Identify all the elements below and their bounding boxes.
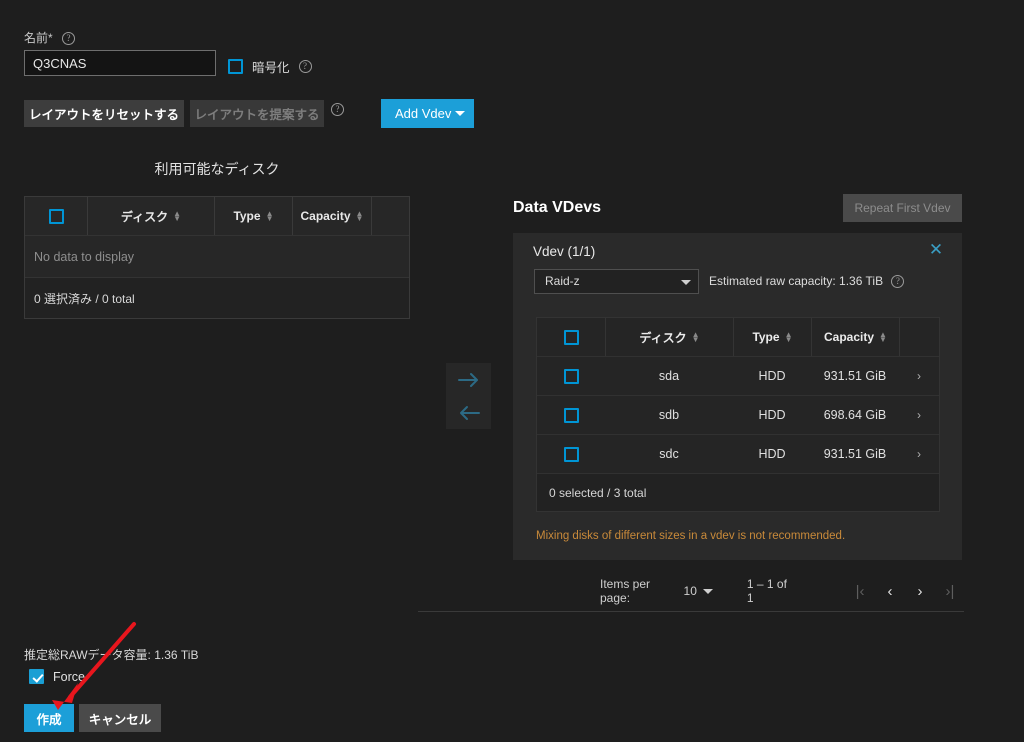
column-header-disk[interactable]: ディスク ▲ ▼ (87, 197, 214, 235)
pagination-range: 1 – 1 of 1 (746, 577, 787, 605)
create-button[interactable]: 作成 (24, 704, 74, 732)
pool-name-label-text: 名前* (24, 31, 53, 45)
pagination: Items per page: 10 1 – 1 of 1 |‹ ‹ › ›| (600, 577, 965, 605)
select-all-checkbox[interactable] (563, 329, 579, 345)
force-option[interactable]: Force (29, 669, 85, 684)
sort-icon[interactable]: ▲ ▼ (356, 210, 364, 223)
cell-type: HDD (758, 408, 786, 422)
pool-manager-screen: 名前* ? 暗号化 ? レイアウトをリセットする レイアウトを提案する ? Ad… (0, 0, 1024, 742)
column-header-type-label: Type (752, 330, 780, 344)
chevron-down-icon[interactable] (681, 280, 691, 285)
available-disks-title: 利用可能なディスク (154, 161, 280, 177)
sort-icon[interactable]: ▲ ▼ (785, 331, 793, 344)
previous-page-button[interactable]: ‹ (875, 583, 905, 600)
cell-type: HDD (758, 369, 786, 383)
column-header-type[interactable]: Type ▲ ▼ (733, 318, 811, 356)
last-page-button: ›| (945, 582, 955, 600)
column-header-capacity-label: Capacity (823, 330, 875, 344)
column-header-capacity-label: Capacity (300, 209, 351, 223)
estimated-raw-total: 推定総RAWデータ容量: 1.36 TiB (24, 648, 199, 662)
available-disks-footer: 0 選択済み / 0 total (25, 277, 409, 318)
sort-icon[interactable]: ▲ ▼ (879, 331, 887, 344)
vdev-disks-table: ディスク ▲ ▼ Type ▲ ▼ Capacity ▲ ▼ sda HDD 9… (536, 317, 940, 512)
chevron-down-icon[interactable] (455, 111, 465, 116)
vdev-card-header: Vdev (1/1) ✕ (513, 233, 962, 269)
sort-icon[interactable]: ▲ ▼ (266, 210, 274, 223)
reset-layout-button[interactable]: レイアウトをリセットする (24, 100, 184, 127)
cancel-button[interactable]: キャンセル (79, 704, 161, 732)
pool-name-label: 名前* ? (24, 29, 76, 46)
select-all-checkbox[interactable] (48, 208, 64, 224)
cell-capacity: 931.51 GiB (823, 369, 887, 383)
section-divider (418, 611, 964, 612)
column-header-disk-label: ディスク (120, 209, 169, 224)
help-icon[interactable]: ? (298, 60, 312, 73)
first-page-button: |‹ (855, 582, 865, 600)
repeat-first-vdev-button: Repeat First Vdev (843, 194, 962, 222)
pool-name-input[interactable] (24, 50, 216, 76)
select-all-cell[interactable] (537, 318, 605, 356)
cell-capacity: 931.51 GiB (823, 447, 887, 461)
cell-type: HDD (758, 447, 786, 461)
table-row[interactable]: sda HDD 931.51 GiB › (537, 356, 939, 395)
column-header-disk-label: ディスク (639, 330, 687, 345)
chevron-right-icon[interactable]: › (899, 357, 939, 395)
column-header-actions (371, 197, 409, 235)
force-label: Force (53, 669, 85, 684)
table-row[interactable]: sdb HDD 698.64 GiB › (537, 395, 939, 434)
column-header-actions (899, 318, 939, 356)
row-checkbox[interactable] (563, 368, 579, 384)
row-checkbox[interactable] (563, 407, 579, 423)
cell-disk: sda (658, 369, 680, 383)
estimated-capacity: Estimated raw capacity: 1.36 TiB ? (709, 274, 905, 289)
vdev-disks-footer: 0 selected / 3 total (537, 473, 939, 511)
row-select-cell[interactable] (537, 435, 605, 473)
transfer-controls (446, 363, 491, 429)
sort-icon[interactable]: ▲ ▼ (173, 210, 181, 223)
chevron-right-icon[interactable]: › (899, 435, 939, 473)
vdev-card-title: Vdev (1/1) (533, 244, 596, 259)
estimated-capacity-text: Estimated raw capacity: 1.36 TiB (709, 274, 884, 288)
row-checkbox[interactable] (563, 446, 579, 462)
data-vdevs-title: Data VDevs (513, 199, 602, 216)
items-per-page-value[interactable]: 10 (684, 584, 697, 598)
arrow-right-icon[interactable] (457, 372, 481, 388)
cell-capacity: 698.64 GiB (823, 408, 887, 422)
encryption-checkbox[interactable] (228, 59, 243, 74)
close-icon[interactable]: ✕ (926, 240, 946, 260)
column-header-type-label: Type (233, 209, 261, 223)
items-per-page-label: Items per page: (600, 577, 651, 605)
sort-icon[interactable]: ▲ ▼ (692, 331, 700, 344)
vdev-card: Vdev (1/1) ✕ Raid-z Estimated raw capaci… (513, 233, 962, 560)
column-header-capacity[interactable]: Capacity ▲ ▼ (811, 318, 899, 356)
raid-level-select[interactable]: Raid-z (534, 269, 699, 294)
encryption-option[interactable]: 暗号化 ? (228, 57, 312, 76)
cell-disk: sdc (659, 447, 679, 461)
force-checkbox[interactable] (29, 669, 44, 684)
row-select-cell[interactable] (537, 357, 605, 395)
column-header-type[interactable]: Type ▲ ▼ (214, 197, 292, 235)
chevron-right-icon[interactable]: › (899, 396, 939, 434)
available-disks-table: ディスク ▲ ▼ Type ▲ ▼ Capacity ▲ ▼ No data to d… (24, 196, 410, 319)
available-disks-header: ディスク ▲ ▼ Type ▲ ▼ Capacity ▲ ▼ (25, 197, 409, 235)
column-header-disk[interactable]: ディスク ▲ ▼ (605, 318, 733, 356)
vdev-disks-header: ディスク ▲ ▼ Type ▲ ▼ Capacity ▲ ▼ (537, 318, 939, 356)
arrow-left-icon[interactable] (457, 405, 481, 421)
help-icon[interactable]: ? (62, 32, 76, 46)
encryption-label: 暗号化 (252, 61, 290, 75)
select-all-cell[interactable] (25, 197, 87, 235)
help-icon[interactable]: ? (891, 275, 905, 289)
column-header-capacity[interactable]: Capacity ▲ ▼ (292, 197, 371, 235)
table-row[interactable]: sdc HDD 931.51 GiB › (537, 434, 939, 473)
next-page-button[interactable]: › (905, 583, 935, 600)
available-disks-empty-state: No data to display (25, 235, 409, 277)
mixed-size-warning: Mixing disks of different sizes in a vde… (536, 530, 846, 542)
row-select-cell[interactable] (537, 396, 605, 434)
vdev-config-row: Raid-z Estimated raw capacity: 1.36 TiB … (513, 269, 962, 306)
suggest-layout-button: レイアウトを提案する (190, 100, 324, 127)
help-icon[interactable]: ? (331, 103, 344, 116)
cell-disk: sdb (658, 408, 680, 422)
chevron-down-icon[interactable] (702, 588, 713, 594)
